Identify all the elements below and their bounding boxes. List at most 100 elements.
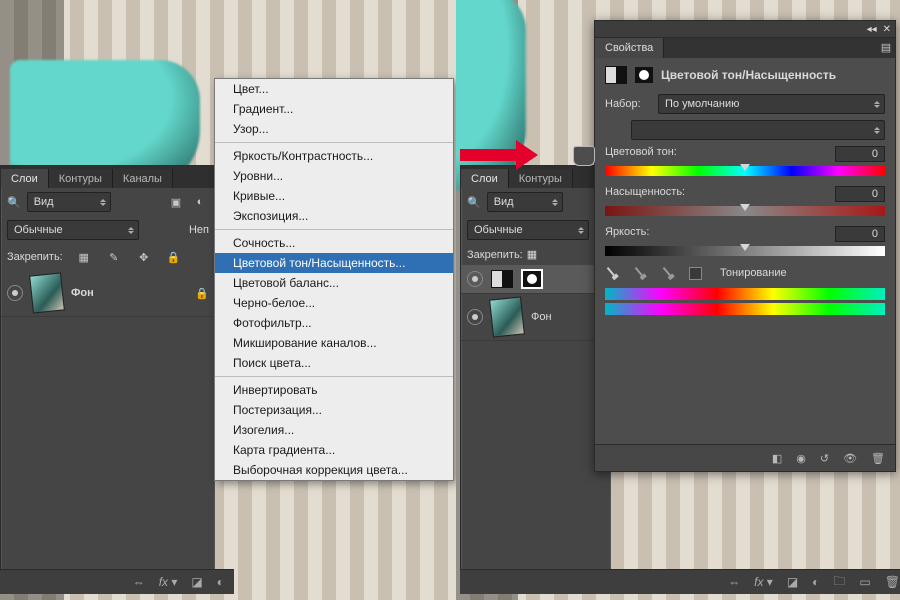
lock-all-icon[interactable]: 🔒 xyxy=(165,248,183,266)
layers-bottom-bar-left: ⇔ fx ▾ ◪ ◐ xyxy=(0,569,234,594)
mi-photo-filter[interactable]: Фотофильтр... xyxy=(215,313,453,333)
targeted-adjust-icon[interactable] xyxy=(573,146,595,166)
filter-type-select[interactable]: Вид xyxy=(27,192,111,212)
layers-panel-right: Слои Контуры 🔍 Вид Обычные Закрепить: ▦ xyxy=(460,165,611,576)
hue-sat-layer-icon xyxy=(491,270,513,288)
colorize-checkbox[interactable] xyxy=(689,267,702,280)
visibility-toggle-r1[interactable] xyxy=(467,271,483,287)
panel-header: ◂◂ ✕ xyxy=(595,21,895,38)
hue-knob[interactable] xyxy=(740,164,750,171)
eyedropper-sub-icon[interactable] xyxy=(658,263,678,283)
delete-adjust-icon[interactable]: 🗑 xyxy=(871,452,885,465)
layer-name: Фон xyxy=(71,287,94,299)
filter-type-select-r[interactable]: Вид xyxy=(487,192,563,212)
opacity-label-cut: Неп xyxy=(189,224,209,236)
colorize-label: Тонирование xyxy=(720,267,787,279)
fx-menu[interactable]: fx ▾ xyxy=(159,575,178,589)
preset-select[interactable]: По умолчанию xyxy=(658,94,885,114)
tab-paths[interactable]: Контуры xyxy=(49,169,113,188)
panel-title: Цветовой тон/Насыщенность xyxy=(661,68,836,82)
tab-layers-r[interactable]: Слои xyxy=(461,169,509,188)
layer-row-adjust[interactable] xyxy=(461,265,611,294)
mask-icon[interactable]: ◪ xyxy=(191,575,202,589)
view-previous-icon[interactable]: ◉ xyxy=(796,452,806,465)
mi-color[interactable]: Цвет... xyxy=(215,79,453,99)
tab-channels[interactable]: Каналы xyxy=(113,169,173,188)
mi-curves[interactable]: Кривые... xyxy=(215,186,453,206)
mi-invert[interactable]: Инвертировать xyxy=(215,380,453,400)
tab-properties[interactable]: Свойства xyxy=(595,38,664,58)
sat-label: Насыщенность: xyxy=(605,186,685,202)
channel-select[interactable] xyxy=(631,120,885,140)
lock-label-r: Закрепить: xyxy=(467,249,523,261)
mi-channel-mixer[interactable]: Микширование каналов... xyxy=(215,333,453,353)
hue-sat-icon xyxy=(605,66,627,84)
tab-paths-r[interactable]: Контуры xyxy=(509,169,573,188)
mi-hue-saturation[interactable]: Цветовой тон/Насыщенность... xyxy=(215,253,453,273)
sat-slider[interactable] xyxy=(605,206,885,216)
mi-gradient[interactable]: Градиент... xyxy=(215,99,453,119)
lock-pixels-icon[interactable]: ▦ xyxy=(75,248,93,266)
sat-knob[interactable] xyxy=(740,204,750,211)
visibility-toggle-icon[interactable] xyxy=(7,285,23,301)
new-adjustment-menu: Цвет... Градиент... Узор... Яркость/Конт… xyxy=(214,78,454,481)
filter-adjust-icon[interactable]: ◐ xyxy=(191,193,209,211)
group-icon-r[interactable]: 🗀 xyxy=(833,572,845,593)
search-icon-r: 🔍 xyxy=(467,196,481,209)
mi-black-white[interactable]: Черно-белое... xyxy=(215,293,453,313)
eyedropper-add-icon[interactable] xyxy=(630,263,650,283)
layers-bottom-bar-right: ⇔ fx ▾ ◪ ◐ 🗀 ▭ 🗑 xyxy=(460,569,900,594)
blend-mode-select-r[interactable]: Обычные xyxy=(467,220,589,240)
adjustment-icon-r[interactable]: ◐ xyxy=(812,575,819,589)
mask-icon-r[interactable]: ◪ xyxy=(787,575,798,589)
trash-icon-r[interactable]: 🗑 xyxy=(885,575,900,589)
link-icon-r[interactable]: ⇔ xyxy=(728,575,740,589)
light-label: Яркость: xyxy=(605,226,649,242)
mi-gradient-map[interactable]: Карта градиента... xyxy=(215,440,453,460)
tab-layers[interactable]: Слои xyxy=(1,169,49,188)
blend-mode-select[interactable]: Обычные xyxy=(7,220,139,240)
lock-label: Закрепить: xyxy=(7,251,63,263)
toggle-visibility-icon[interactable]: 👁 xyxy=(843,452,857,465)
layers-tabs: Слои Контуры Каналы xyxy=(1,166,215,188)
collapse-icon[interactable]: ◂◂ xyxy=(867,24,877,35)
mi-threshold[interactable]: Изогелия... xyxy=(215,420,453,440)
sat-value[interactable]: 0 xyxy=(835,186,885,202)
properties-panel: ◂◂ ✕ Свойства ▤ Цветовой тон/Насыщенност… xyxy=(594,20,896,472)
mi-pattern[interactable]: Узор... xyxy=(215,119,453,139)
mi-color-balance[interactable]: Цветовой баланс... xyxy=(215,273,453,293)
mi-selective-color[interactable]: Выборочная коррекция цвета... xyxy=(215,460,453,480)
hue-value[interactable]: 0 xyxy=(835,146,885,162)
mi-posterize[interactable]: Постеризация... xyxy=(215,400,453,420)
preset-value: По умолчанию xyxy=(665,98,739,110)
mask-mode-icon[interactable] xyxy=(635,67,653,83)
visibility-toggle-r2[interactable] xyxy=(467,309,483,325)
layer-thumbnail xyxy=(29,272,65,313)
light-knob[interactable] xyxy=(740,244,750,251)
mi-levels[interactable]: Уровни... xyxy=(215,166,453,186)
lock-move-icon[interactable]: ✥ xyxy=(135,248,153,266)
close-icon[interactable]: ✕ xyxy=(883,24,891,35)
filter-pixel-icon[interactable]: ▣ xyxy=(167,193,185,211)
mi-exposure[interactable]: Экспозиция... xyxy=(215,206,453,226)
lock-brush-icon[interactable]: ✎ xyxy=(105,248,123,266)
mi-brightness[interactable]: Яркость/Контрастность... xyxy=(215,146,453,166)
link-icon[interactable]: ⇔ xyxy=(133,575,145,589)
hue-strip-bottom xyxy=(605,303,885,315)
fx-menu-r[interactable]: fx ▾ xyxy=(754,575,773,589)
new-layer-icon-r[interactable]: ▭ xyxy=(859,575,870,589)
eyedropper-icon[interactable] xyxy=(602,263,622,283)
light-value[interactable]: 0 xyxy=(835,226,885,242)
layer-row-bg[interactable]: Фон 🔒 xyxy=(1,270,215,317)
layer-row-bg-r[interactable]: Фон xyxy=(461,294,611,341)
panel-menu-icon[interactable]: ▤ xyxy=(877,38,895,56)
adjustment-icon[interactable]: ◐ xyxy=(217,575,224,589)
reset-icon[interactable]: ↺ xyxy=(820,452,829,465)
mi-vibrance[interactable]: Сочность... xyxy=(215,233,453,253)
mi-color-lookup[interactable]: Поиск цвета... xyxy=(215,353,453,373)
hue-slider[interactable] xyxy=(605,166,885,176)
light-slider[interactable] xyxy=(605,246,885,256)
lock-pixels-icon-r[interactable]: ▦ xyxy=(527,248,537,261)
preset-label: Набор: xyxy=(605,98,650,110)
clip-icon[interactable]: ◧ xyxy=(772,452,782,465)
